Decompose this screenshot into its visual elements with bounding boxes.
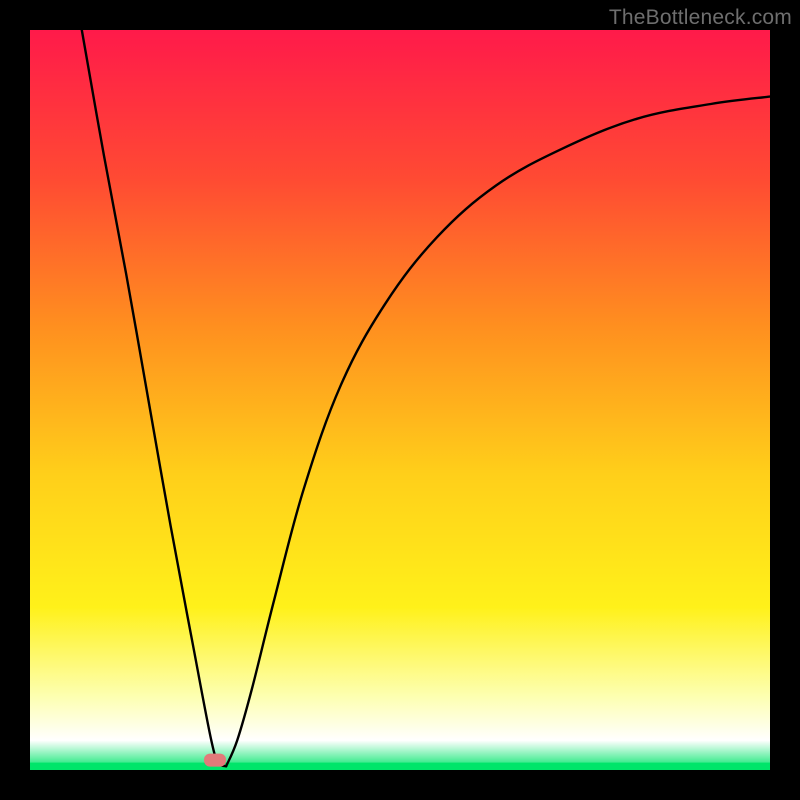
gradient-background [30,30,770,770]
watermark-text: TheBottleneck.com [609,6,792,30]
plot-area [30,30,770,770]
chart-svg [30,30,770,770]
chart-frame: TheBottleneck.com [0,0,800,800]
green-baseline-bar [30,763,770,770]
minimum-marker [204,754,226,767]
